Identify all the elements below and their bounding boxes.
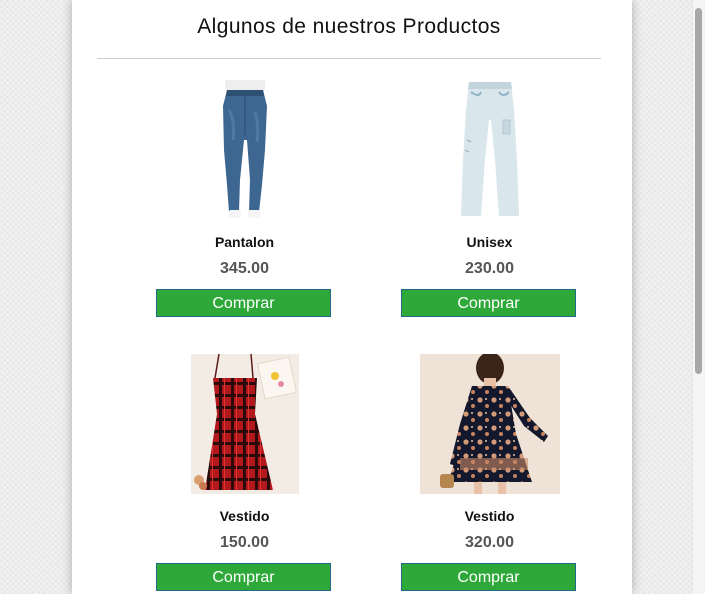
product-name: Vestido xyxy=(464,508,515,524)
product-name: Unisex xyxy=(466,234,513,250)
product-price: 345.00 xyxy=(220,260,269,277)
buy-button[interactable]: Comprar xyxy=(401,563,576,591)
product-name: Vestido xyxy=(219,508,270,524)
product-price: 320.00 xyxy=(465,534,514,551)
vertical-scrollbar[interactable] xyxy=(692,0,705,594)
light-jeans-image xyxy=(460,82,519,216)
product-name: Pantalon xyxy=(214,234,275,250)
product-card-pantalon: Pantalon 345.00 Comprar xyxy=(156,80,333,320)
products-card: Algunos de nuestros Productos Pantalon 3… xyxy=(72,0,632,594)
product-price: 230.00 xyxy=(465,260,514,277)
buy-button[interactable]: Comprar xyxy=(401,289,576,317)
buy-button[interactable]: Comprar xyxy=(156,563,331,591)
jeans-image xyxy=(222,80,267,218)
product-price: 150.00 xyxy=(220,534,269,551)
product-card-vestido-plaid: Vestido 150.00 Comprar xyxy=(156,354,333,594)
product-card-vestido-floral: Vestido 320.00 Comprar xyxy=(401,354,578,594)
buy-button[interactable]: Comprar xyxy=(156,289,331,317)
floral-dress-image xyxy=(419,354,560,494)
plaid-dress-image xyxy=(190,354,299,494)
scrollbar-thumb[interactable] xyxy=(695,8,702,374)
product-card-unisex: Unisex 230.00 Comprar xyxy=(401,80,578,320)
page-title: Algunos de nuestros Productos xyxy=(197,15,501,38)
title-divider xyxy=(97,58,601,59)
